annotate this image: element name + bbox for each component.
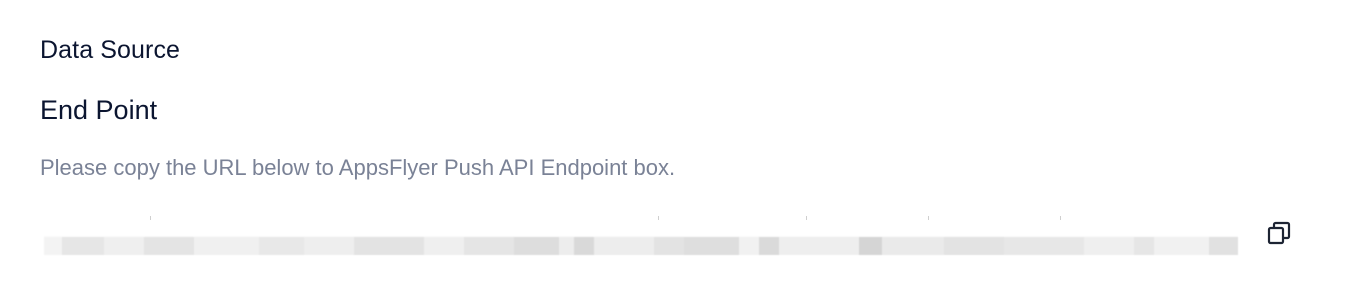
end-point-url-row [40, 206, 1300, 260]
url-text-ascenders [44, 216, 1238, 222]
section-title: Data Source [40, 36, 181, 64]
end-point-label: End Point [40, 95, 158, 125]
end-point-help-text: Please copy the URL below to AppsFlyer P… [40, 155, 676, 180]
copy-icon [1266, 220, 1292, 246]
copy-url-button[interactable] [1264, 218, 1294, 248]
end-point-url-value[interactable] [44, 236, 1238, 255]
